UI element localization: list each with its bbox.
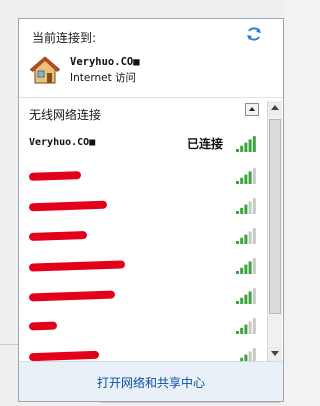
scrollbar[interactable] [267, 101, 282, 361]
signal-bar [252, 136, 256, 152]
signal-bar [248, 231, 252, 244]
house-icon [29, 56, 61, 84]
signal-bar [252, 288, 256, 304]
signal-bar [244, 142, 248, 152]
footer: 打开网络和共享中心 [19, 361, 283, 401]
signal-bar [252, 318, 256, 334]
signal-bar [240, 267, 244, 274]
signal-bar [252, 168, 256, 184]
scroll-up-button[interactable] [268, 101, 282, 115]
signal-bar [240, 327, 244, 334]
signal-bar [244, 264, 248, 274]
redaction-mark [28, 171, 82, 181]
redaction-mark [28, 350, 100, 362]
signal-bar [236, 301, 239, 304]
redaction-mark [28, 290, 116, 302]
signal-bar [252, 258, 256, 274]
background-divider [100, 402, 280, 403]
signal-bar [236, 271, 239, 274]
signal-strength-icon [236, 136, 256, 152]
signal-bar [240, 145, 244, 152]
signal-bar [248, 139, 252, 152]
network-row[interactable] [19, 191, 267, 221]
signal-bar [248, 201, 252, 214]
network-row[interactable] [19, 161, 267, 191]
redaction-mark [28, 260, 126, 272]
redaction-mark [28, 230, 88, 242]
signal-strength-icon [236, 288, 256, 304]
signal-strength-icon [236, 318, 256, 334]
redaction-mark [28, 200, 108, 212]
signal-bar [244, 234, 248, 244]
signal-strength-icon [236, 228, 256, 244]
signal-bar [244, 324, 248, 334]
redaction-mark [28, 321, 58, 331]
signal-bar [248, 321, 252, 334]
network-row[interactable] [19, 221, 267, 251]
signal-bar [236, 181, 239, 184]
open-network-sharing-center-link[interactable]: 打开网络和共享中心 [19, 374, 283, 391]
signal-bar [248, 291, 252, 304]
signal-bar [240, 237, 244, 244]
collapse-button[interactable] [245, 103, 259, 116]
scroll-down-button[interactable] [268, 347, 282, 361]
current-connection-name: Veryhuo.CO■ [70, 56, 140, 68]
signal-bar [244, 294, 248, 304]
signal-bar [248, 171, 252, 184]
signal-strength-icon [236, 198, 256, 214]
section-divider [19, 97, 283, 98]
current-connection-title: 当前连接到: [32, 31, 97, 45]
signal-bar [240, 207, 244, 214]
current-connection-access: Internet 访问 [70, 72, 137, 84]
wireless-section-title: 无线网络连接 [29, 108, 102, 122]
network-ssid: Veryhuo.CO■ [29, 137, 96, 148]
signal-bar [244, 204, 248, 214]
network-status: 已连接 [187, 137, 224, 151]
signal-bar [252, 198, 256, 214]
background-divider [0, 344, 18, 345]
signal-bar [236, 241, 239, 244]
signal-bar [240, 177, 244, 184]
signal-strength-icon [236, 258, 256, 274]
signal-strength-icon [236, 168, 256, 184]
signal-bar [244, 174, 248, 184]
signal-bar [236, 331, 239, 334]
signal-bar [236, 211, 239, 214]
network-row[interactable]: Veryhuo.CO■ 已连接 [19, 129, 267, 159]
current-connection-panel: 当前连接到: Veryhuo.CO■ Internet 访问 [19, 19, 283, 97]
network-row[interactable] [19, 281, 267, 311]
signal-bar [240, 297, 244, 304]
refresh-icon[interactable] [245, 25, 263, 43]
signal-bar [248, 261, 252, 274]
scroll-thumb[interactable] [269, 119, 281, 314]
network-flyout: 当前连接到: Veryhuo.CO■ Internet 访问 无线网络连接 Ve… [18, 18, 284, 402]
signal-bar [252, 228, 256, 244]
network-row[interactable] [19, 311, 267, 341]
network-row[interactable] [19, 251, 267, 281]
signal-bar [236, 149, 239, 152]
